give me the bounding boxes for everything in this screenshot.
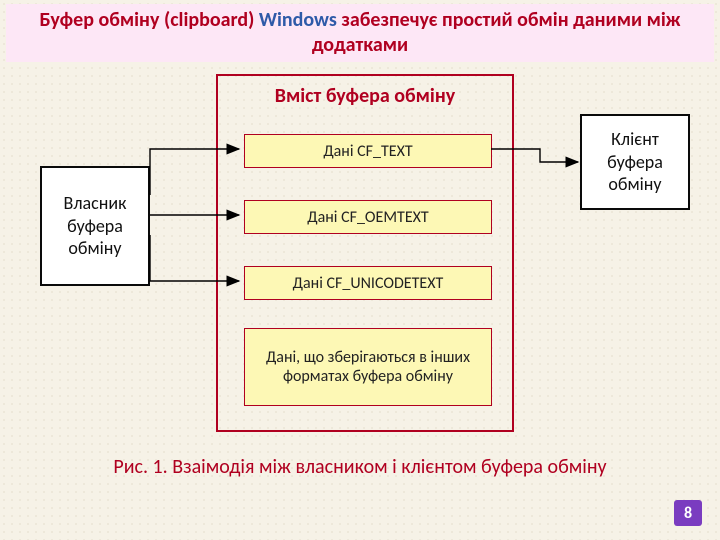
client-box: Клієнт буфера обміну <box>580 114 690 210</box>
data-format-cf-oemtext: Дані CF_OEMTEXT <box>244 200 492 234</box>
slide-title: Буфер обміну (clipboard) Windows забезпе… <box>6 4 714 62</box>
figure-caption: Рис. 1. Взаімодія між власником і клієнт… <box>0 454 720 480</box>
client-label: Клієнт буфера обміну <box>590 128 680 196</box>
page-number-badge: 8 <box>674 500 702 526</box>
title-accent: Windows <box>259 8 337 32</box>
page-number: 8 <box>684 504 692 523</box>
title-suffix: забезпечує простий обмін даними між дода… <box>312 8 681 57</box>
title-prefix: Буфер обміну (clipboard) <box>39 8 258 32</box>
clipboard-content-box: Вміст буфера обміну Дані CF_TEXT Дані CF… <box>216 74 514 432</box>
owner-box: Власник буфера обміну <box>40 166 150 286</box>
data-format-cf-text: Дані CF_TEXT <box>244 134 492 168</box>
data-format-other: Дані, що зберігаються в інших форматах б… <box>244 328 492 406</box>
clipboard-content-title: Вміст буфера обміну <box>218 84 512 108</box>
data-format-cf-unicodetext: Дані CF_UNICODETEXT <box>244 266 492 300</box>
owner-label: Власник буфера обміну <box>50 192 140 260</box>
